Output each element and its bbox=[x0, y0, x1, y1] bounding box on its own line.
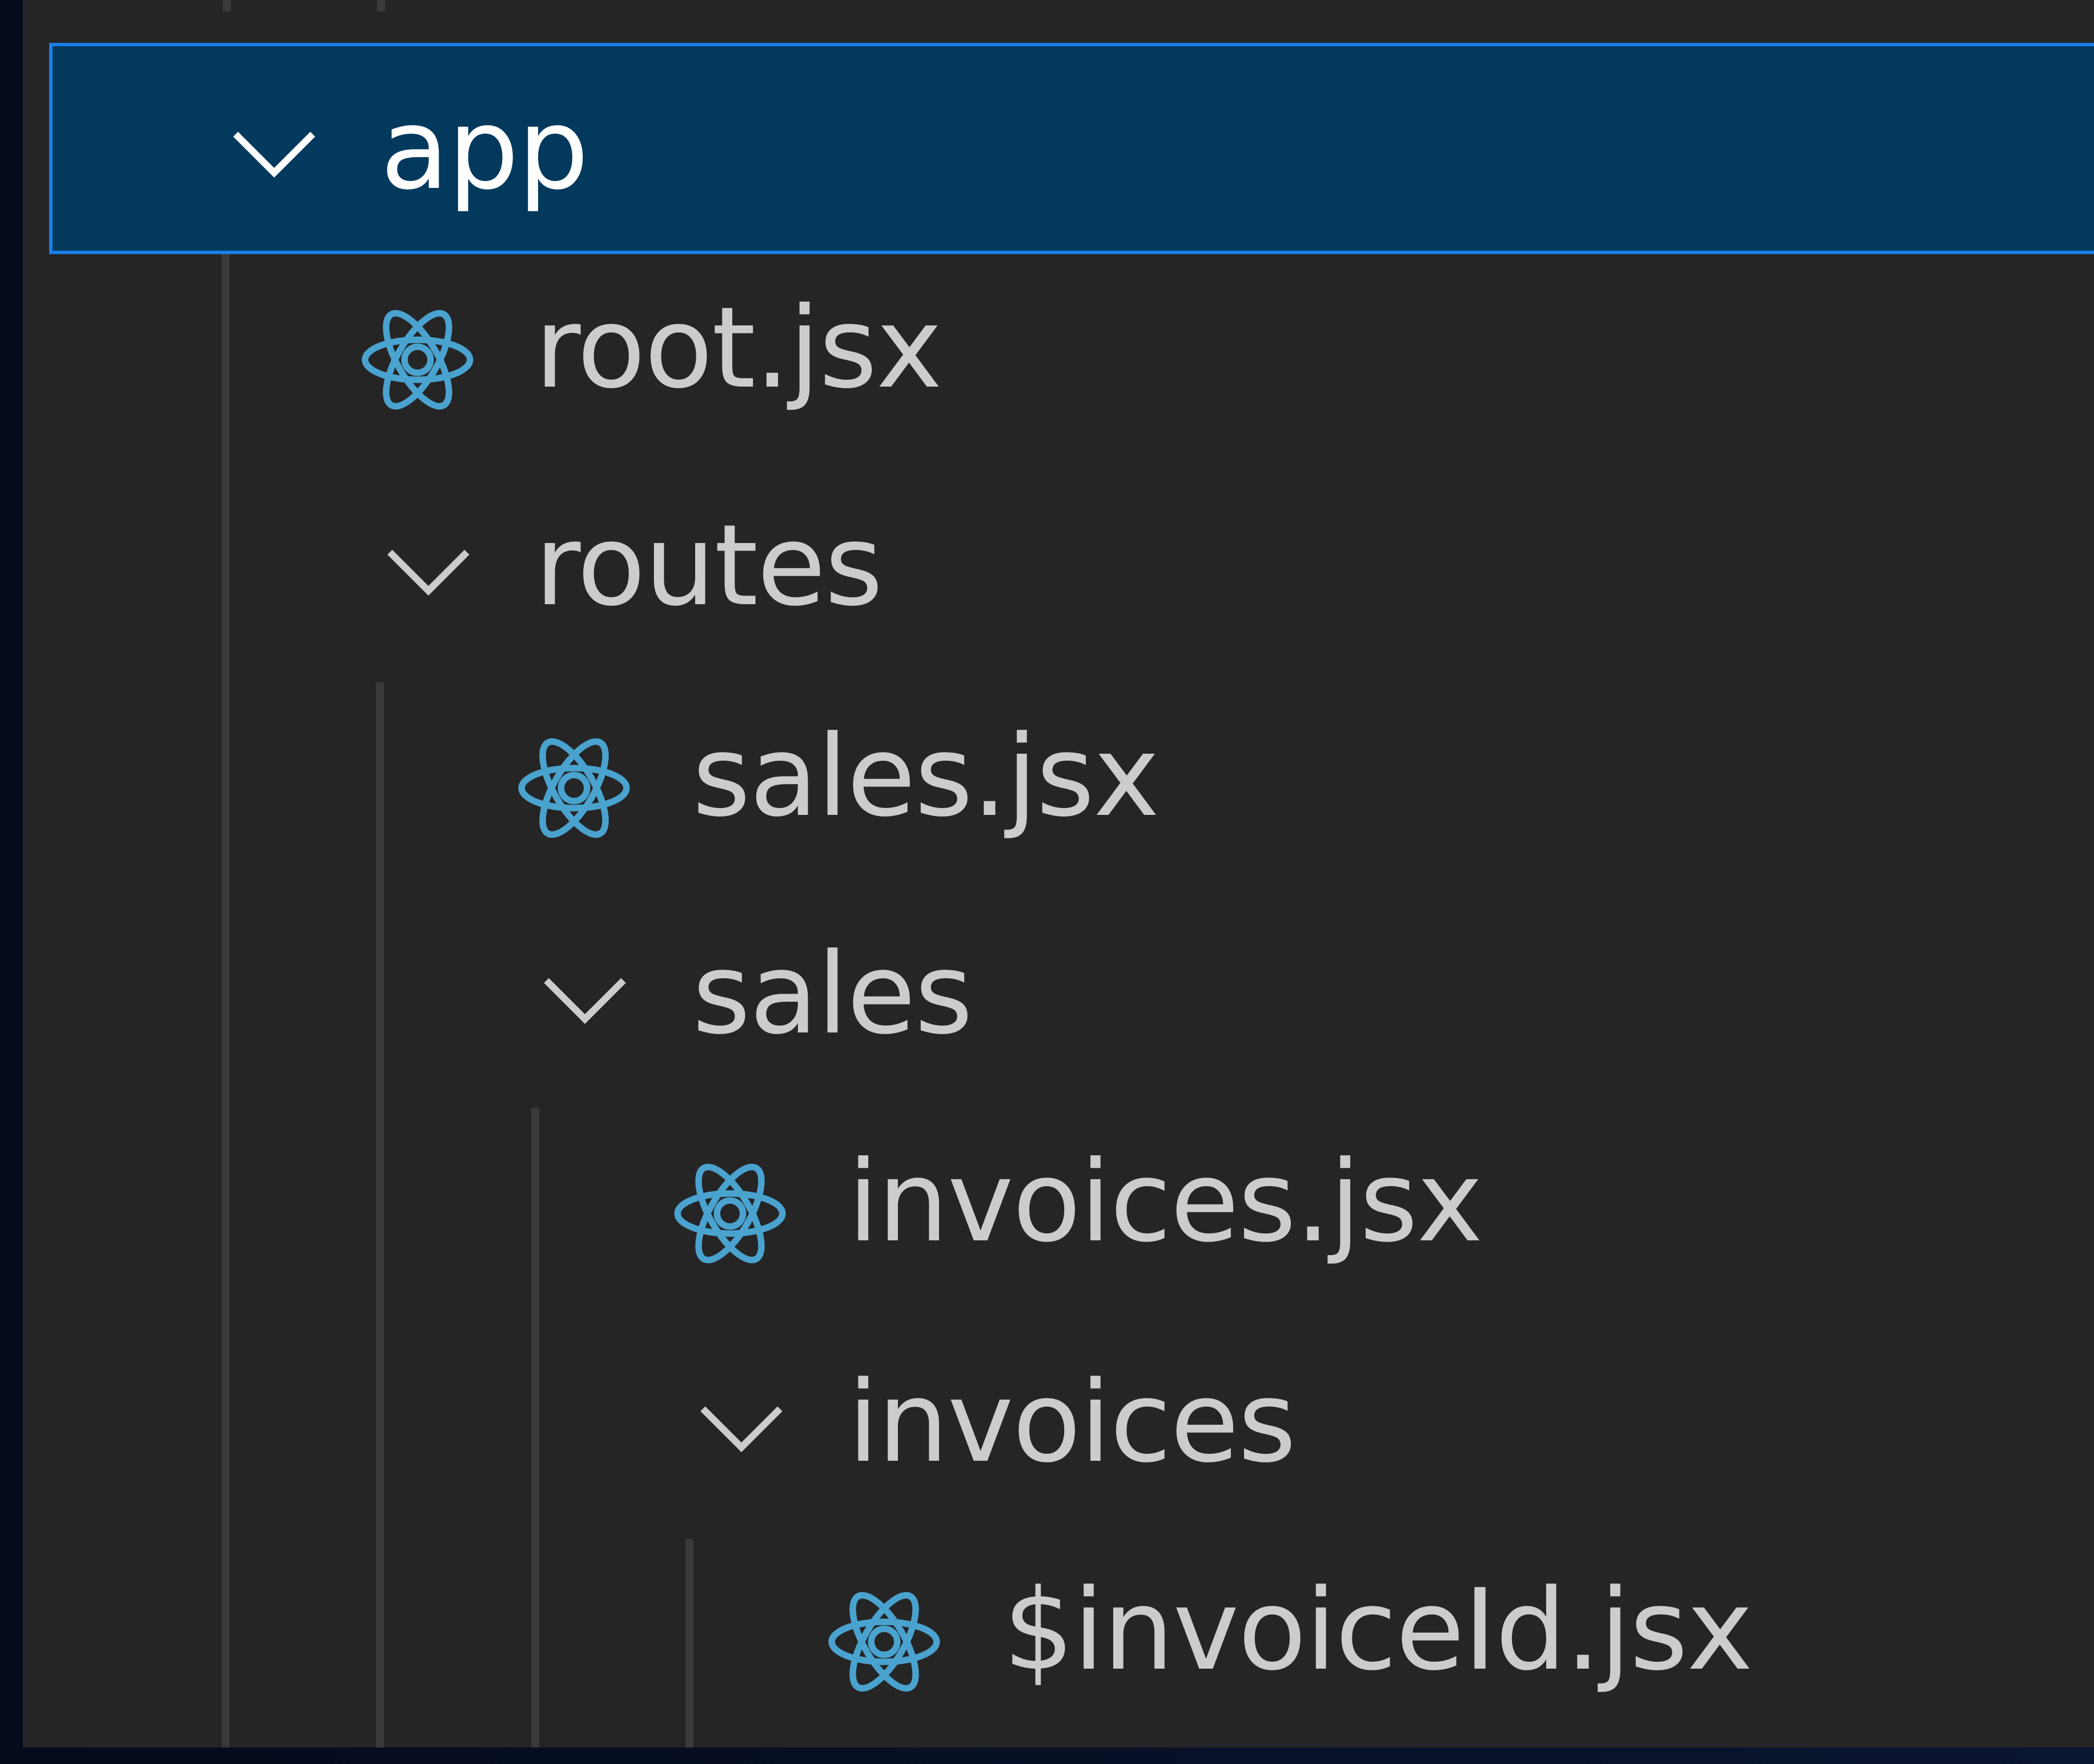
chevron-down-icon[interactable] bbox=[377, 518, 480, 621]
chevron-down-icon[interactable] bbox=[223, 100, 326, 203]
chevron-down-icon[interactable] bbox=[533, 946, 636, 1049]
tree-item-invoices-jsx[interactable]: invoices.jsx bbox=[50, 1108, 2094, 1319]
tree-item-label: root.jsx bbox=[535, 283, 942, 413]
tree-item-label: $invoiceId.jsx bbox=[1003, 1565, 1753, 1695]
tree-item-invoiceid-jsx[interactable]: $invoiceId.jsx bbox=[50, 1536, 2094, 1747]
tree-item-routes[interactable]: routes bbox=[50, 465, 2094, 677]
tree-item-invoices[interactable]: invoices bbox=[50, 1322, 2094, 1533]
indent-guide bbox=[377, 0, 385, 11]
tree-item-label: invoices bbox=[848, 1357, 1297, 1488]
react-icon bbox=[358, 300, 478, 420]
tree-item-sales-jsx[interactable]: sales.jsx bbox=[50, 682, 2094, 894]
indent-guide bbox=[223, 0, 231, 11]
react-icon bbox=[670, 1154, 790, 1273]
screen: app root.jsx routes sales.jsx sales invo… bbox=[0, 0, 2094, 1764]
tree-item-sales[interactable]: sales bbox=[50, 894, 2094, 1105]
tree-item-app[interactable]: app bbox=[49, 43, 2094, 254]
file-explorer-tree: app root.jsx routes sales.jsx sales invo… bbox=[23, 0, 2094, 1747]
tree-item-label: sales bbox=[692, 929, 973, 1059]
react-icon bbox=[824, 1582, 944, 1702]
tree-item-label: routes bbox=[535, 501, 883, 631]
react-icon bbox=[514, 728, 634, 848]
tree-item-label: invoices.jsx bbox=[848, 1137, 1483, 1267]
tree-item-label: sales.jsx bbox=[692, 712, 1160, 842]
tree-item-label: app bbox=[380, 85, 589, 215]
tree-item-root-jsx[interactable]: root.jsx bbox=[50, 254, 2094, 465]
chevron-down-icon[interactable] bbox=[690, 1375, 793, 1477]
